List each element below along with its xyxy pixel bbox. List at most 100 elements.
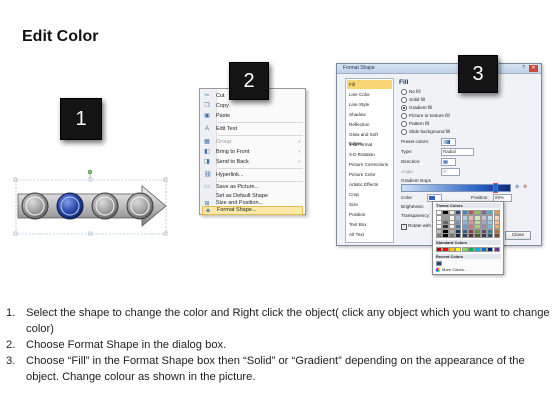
category-alt-text[interactable]: Alt Text xyxy=(347,230,392,239)
color-wheel-icon xyxy=(436,267,440,272)
send-to-back-icon: ◨ xyxy=(204,159,210,165)
category-reflection[interactable]: Reflection xyxy=(347,120,392,129)
radio-button-icon xyxy=(401,89,407,95)
add-stop-icon[interactable]: ⊕ xyxy=(515,184,521,191)
color-swatch[interactable] xyxy=(448,233,456,239)
arrow-shape-graphic[interactable] xyxy=(12,168,174,244)
chevron-right-icon: › xyxy=(298,159,300,165)
color-swatch[interactable] xyxy=(455,247,462,253)
direction-label: Direction: xyxy=(401,159,421,164)
close-button[interactable]: Close xyxy=(505,231,531,240)
transparency-label: Transparency: xyxy=(401,213,431,218)
menu-item-edit-text[interactable]: A Edit Text xyxy=(202,124,303,134)
angle-label: Angle: xyxy=(401,169,415,174)
help-icon[interactable]: ? xyxy=(520,65,527,72)
radio-button-icon xyxy=(401,121,407,127)
color-swatch[interactable] xyxy=(480,247,488,253)
page-title: Edit Color xyxy=(22,28,99,45)
color-swatch[interactable] xyxy=(442,247,449,253)
instruction-item-1: 1. Select the shape to change the color a… xyxy=(6,307,550,336)
instructions-list: 1. Select the shape to change the color a… xyxy=(6,305,554,385)
type-dropdown[interactable]: Radial xyxy=(441,148,474,156)
color-swatch[interactable] xyxy=(493,247,500,253)
color-swatch[interactable] xyxy=(436,247,443,253)
menu-item-hyperlink[interactable]: ⛓ Hyperlink... xyxy=(202,170,303,180)
category-line-style[interactable]: Line Style xyxy=(347,100,392,109)
category-picture-corrections[interactable]: Picture Corrections xyxy=(347,160,392,169)
category-3d-format[interactable]: 3-D Format xyxy=(347,140,392,149)
category-crop[interactable]: Crop xyxy=(347,190,392,199)
color-fill-icon xyxy=(429,195,435,200)
color-swatch[interactable] xyxy=(461,233,468,239)
category-shadow[interactable]: Shadow xyxy=(347,110,392,119)
color-swatch[interactable] xyxy=(474,233,481,239)
radio-picture-texture-fill[interactable]: Picture or texture fill xyxy=(401,113,450,119)
preset-colors-dropdown[interactable] xyxy=(441,138,456,146)
category-glow-soft-edges[interactable]: Glow and Soft Edges xyxy=(347,130,392,146)
copy-icon: ❐ xyxy=(204,103,210,109)
position-label: Position: xyxy=(471,195,489,200)
direction-preview-icon xyxy=(443,159,448,164)
color-swatch[interactable] xyxy=(448,247,456,253)
color-swatch[interactable] xyxy=(487,233,494,239)
radio-pattern-fill[interactable]: Pattern fill xyxy=(401,121,429,127)
gradient-stops-bar[interactable] xyxy=(401,183,511,193)
menu-separator xyxy=(218,135,303,136)
standard-colors-grid xyxy=(436,247,501,253)
menu-item-paste[interactable]: ▣ Paste xyxy=(202,111,303,121)
color-swatch[interactable] xyxy=(442,233,449,239)
menu-item-send-to-back[interactable]: ◨ Send to Back › xyxy=(202,157,303,167)
category-text-box[interactable]: Text Box xyxy=(347,220,392,229)
bring-to-front-icon: ◧ xyxy=(204,149,210,155)
category-size[interactable]: Size xyxy=(347,200,392,209)
instruction-item-2: 2. Choose Format Shape in the dialog box. xyxy=(6,339,227,352)
edit-text-icon: A xyxy=(204,126,209,132)
category-position[interactable]: Position xyxy=(347,210,392,219)
theme-colors-header: Theme Colors xyxy=(435,203,501,208)
brightness-label: Brightness: xyxy=(401,204,424,209)
radio-gradient-fill[interactable]: Gradient fill xyxy=(401,105,432,111)
color-swatch[interactable] xyxy=(487,247,494,253)
color-swatch[interactable] xyxy=(436,233,443,239)
dialog-title: Format Shape xyxy=(343,65,375,71)
gradient-preset-icon xyxy=(443,139,450,144)
step-badge-2: 2 xyxy=(229,62,269,100)
direction-dropdown[interactable] xyxy=(441,158,456,166)
context-menu: ✂ Cut ❐ Copy ▣ Paste A Edit Text ▦ Group › ◧ Br… xyxy=(199,88,306,215)
menu-separator xyxy=(218,168,303,169)
radio-button-selected-icon xyxy=(401,105,407,111)
more-colors-item[interactable]: More Colors... xyxy=(436,267,467,272)
radio-button-icon xyxy=(401,129,407,135)
category-line-color[interactable]: Line Color xyxy=(347,90,392,99)
menu-item-format-shape[interactable]: ◈ Format Shape... xyxy=(202,206,303,215)
category-picture-color[interactable]: Picture Color xyxy=(347,170,392,179)
color-swatch[interactable] xyxy=(468,233,475,239)
color-swatch[interactable] xyxy=(455,233,462,239)
close-icon[interactable]: ✕ xyxy=(529,65,538,72)
menu-item-group[interactable]: ▦ Group › xyxy=(202,137,303,147)
rotate-checkbox[interactable]: ✓ xyxy=(401,224,407,230)
recent-colors-grid xyxy=(436,261,501,267)
radio-no-fill[interactable]: No fill xyxy=(401,89,421,95)
color-swatch[interactable] xyxy=(436,261,443,267)
menu-item-bring-to-front[interactable]: ◧ Bring to Front › xyxy=(202,147,303,157)
color-palette-popup: Theme Colors Standard Colors Recent Colo… xyxy=(432,201,504,275)
color-swatch[interactable] xyxy=(474,247,481,253)
category-artistic-effects[interactable]: Artistic Effects xyxy=(347,180,392,189)
format-shape-icon: ◈ xyxy=(205,207,211,214)
scissors-icon: ✂ xyxy=(204,93,210,99)
color-swatch[interactable] xyxy=(461,247,468,253)
radio-slide-background-fill[interactable]: Slide background fill xyxy=(401,129,450,135)
angle-input[interactable]: 0° xyxy=(441,168,460,176)
color-swatch[interactable] xyxy=(493,233,500,239)
paste-icon: ▣ xyxy=(204,113,210,119)
remove-stop-icon[interactable]: ⊗ xyxy=(523,184,529,191)
category-fill[interactable]: Fill xyxy=(347,80,392,90)
menu-item-copy[interactable]: ❐ Copy xyxy=(202,101,303,111)
color-swatch[interactable] xyxy=(468,247,475,253)
gradient-stop-handle[interactable] xyxy=(493,183,498,193)
category-3d-rotation[interactable]: 3-D Rotation xyxy=(347,150,392,159)
color-swatch[interactable] xyxy=(480,233,488,239)
chevron-right-icon: › xyxy=(298,139,300,145)
radio-solid-fill[interactable]: Solid fill xyxy=(401,97,425,103)
